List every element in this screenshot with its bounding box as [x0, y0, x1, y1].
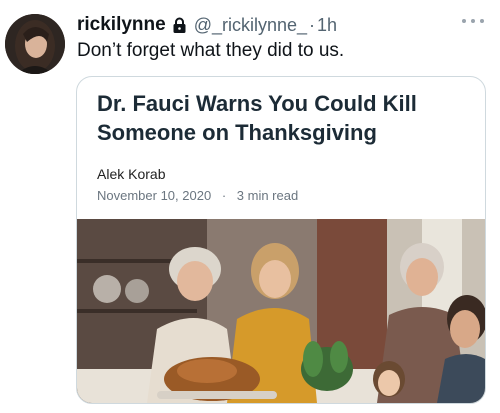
- article-image: [77, 219, 485, 403]
- lock-icon: [172, 17, 187, 34]
- article-title: Dr. Fauci Warns You Could Kill Someone o…: [97, 91, 417, 145]
- user-handle[interactable]: @_rickilynne_: [194, 15, 307, 36]
- article-author: Alek Korab: [97, 166, 166, 182]
- header-separator: ·: [309, 14, 316, 35]
- tweet-timestamp[interactable]: 1h: [317, 15, 337, 36]
- avatar-image: [5, 14, 65, 74]
- tweet-header: rickilynne @_rickilynne_ · 1h: [77, 14, 337, 36]
- avatar[interactable]: [5, 14, 65, 74]
- meta-separator: ·: [221, 188, 227, 203]
- display-name[interactable]: rickilynne: [77, 14, 166, 36]
- more-options-icon[interactable]: [462, 13, 484, 29]
- article-date: November 10, 2020: [97, 188, 212, 203]
- link-preview-card[interactable]: Dr. Fauci Warns You Could Kill Someone o…: [76, 76, 486, 404]
- article-read-time: 3 min read: [236, 188, 299, 203]
- article-meta: November 10, 2020 · 3 min read: [97, 188, 298, 203]
- tweet-text: Don’t forget what they did to us.: [77, 40, 345, 61]
